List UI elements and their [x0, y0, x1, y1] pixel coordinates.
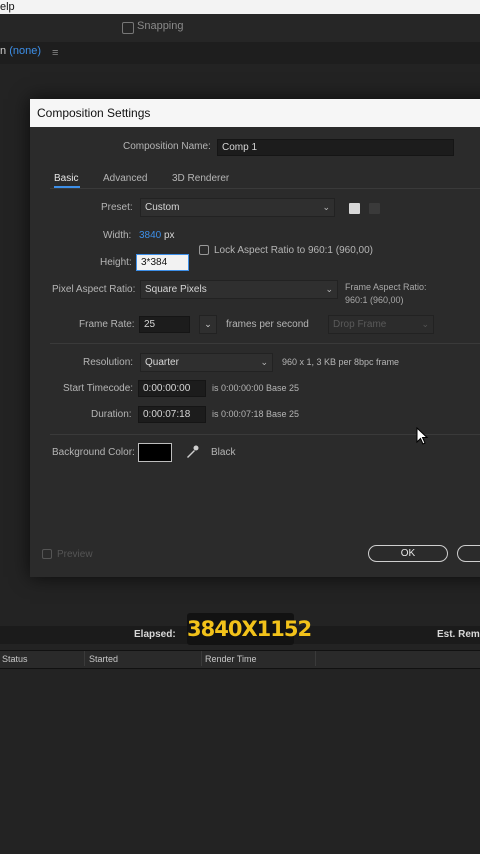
background-color-swatch[interactable]: [138, 443, 172, 462]
comp-name-label: Composition Name:: [123, 141, 211, 152]
elapsed-label: Elapsed:: [134, 629, 176, 640]
pixel-aspect-value: Square Pixels: [145, 284, 207, 295]
frame-aspect-label: Frame Aspect Ratio:: [345, 282, 427, 292]
dialog-title: Composition Settings: [37, 106, 151, 120]
preview-label: Preview: [57, 549, 93, 560]
column-header-render-time[interactable]: Render Time: [205, 654, 257, 664]
pixel-aspect-label: Pixel Aspect Ratio:: [52, 284, 136, 295]
layer-selector-value: (none): [9, 45, 41, 57]
ok-button[interactable]: OK: [368, 545, 448, 562]
layer-selector[interactable]: n (none): [0, 45, 41, 57]
start-timecode-info: is 0:00:00:00 Base 25: [212, 383, 300, 393]
column-header-status[interactable]: Status: [2, 654, 28, 664]
duration-label: Duration:: [91, 409, 132, 420]
tab-advanced[interactable]: Advanced: [103, 173, 147, 184]
dialog-titlebar: Composition Settings: [30, 99, 480, 127]
resolution-dropdown[interactable]: Quarter ⌄: [140, 353, 273, 372]
resolution-info: 960 x 1, 3 KB per 8bpc frame: [282, 357, 400, 367]
column-header-started[interactable]: Started: [89, 654, 118, 664]
frame-rate-label: Frame Rate:: [79, 319, 135, 330]
duration-input[interactable]: 0:00:07:18: [138, 406, 206, 423]
height-input[interactable]: 3*384: [136, 254, 189, 271]
background-color-label: Background Color:: [52, 447, 135, 458]
pixel-aspect-dropdown[interactable]: Square Pixels ⌄: [140, 280, 338, 299]
est-remaining-label: Est. Rema: [437, 629, 480, 640]
drop-frame-value: Drop Frame: [333, 319, 387, 330]
chevron-down-icon: ⌄: [325, 284, 333, 294]
width-value[interactable]: 3840: [139, 230, 161, 241]
resolution-value: Quarter: [145, 357, 179, 368]
panel-header: [0, 42, 480, 64]
start-timecode-input[interactable]: 0:00:00:00: [138, 380, 206, 397]
chevron-down-icon: ⌄: [322, 202, 330, 212]
tab-basic[interactable]: Basic: [54, 173, 78, 184]
menu-bar: elp: [0, 0, 480, 14]
column-separator[interactable]: [84, 651, 85, 666]
lock-aspect-label: Lock Aspect Ratio to 960:1 (960,00): [214, 245, 373, 256]
preset-value: Custom: [145, 202, 180, 213]
height-label: Height:: [100, 257, 132, 268]
column-separator[interactable]: [315, 651, 316, 666]
tab-divider: [50, 188, 480, 189]
snapping-label: Snapping: [137, 20, 184, 32]
lock-aspect-checkbox[interactable]: [199, 245, 209, 255]
width-unit: px: [164, 230, 175, 241]
layer-selector-prefix: n: [0, 45, 7, 57]
chevron-down-icon: ⌄: [421, 319, 429, 329]
frame-aspect-value: 960:1 (960,00): [345, 295, 404, 305]
section-divider: [50, 343, 480, 344]
overlay-caption: 3840X1152: [187, 613, 312, 645]
drop-frame-dropdown[interactable]: Drop Frame ⌄: [328, 315, 434, 334]
cancel-button[interactable]: [457, 545, 480, 562]
background-color-name: Black: [211, 447, 236, 458]
preview-checkbox[interactable]: [42, 549, 52, 559]
snapping-checkbox[interactable]: [122, 22, 134, 34]
preset-label: Preset:: [101, 202, 133, 213]
mouse-cursor-icon: [416, 426, 430, 447]
save-preset-icon[interactable]: [349, 203, 360, 214]
toolbar: [0, 14, 480, 43]
resolution-label: Resolution:: [83, 357, 134, 368]
column-separator[interactable]: [201, 651, 202, 666]
preset-dropdown[interactable]: Custom ⌄: [140, 198, 335, 217]
eyedropper-icon[interactable]: [183, 443, 201, 461]
comp-name-input[interactable]: Comp 1: [217, 139, 454, 156]
delete-preset-icon[interactable]: [369, 203, 380, 214]
frame-rate-unit: frames per second: [226, 319, 309, 330]
width-label: Width:: [103, 230, 132, 241]
overlay-caption-text: 3840X1152: [187, 617, 312, 641]
start-timecode-label: Start Timecode:: [63, 383, 134, 394]
tab-3d-renderer[interactable]: 3D Renderer: [172, 173, 229, 184]
duration-info: is 0:00:07:18 Base 25: [212, 409, 300, 419]
panel-menu-icon[interactable]: ≡: [52, 47, 58, 59]
chevron-down-icon: ⌄: [204, 319, 212, 329]
frame-rate-dropdown[interactable]: ⌄: [199, 315, 217, 334]
frame-rate-input[interactable]: 25: [139, 316, 190, 333]
menu-item-help[interactable]: elp: [0, 0, 15, 14]
composition-settings-dialog: Composition Settings Composition Name: C…: [30, 99, 480, 577]
chevron-down-icon: ⌄: [260, 357, 268, 367]
